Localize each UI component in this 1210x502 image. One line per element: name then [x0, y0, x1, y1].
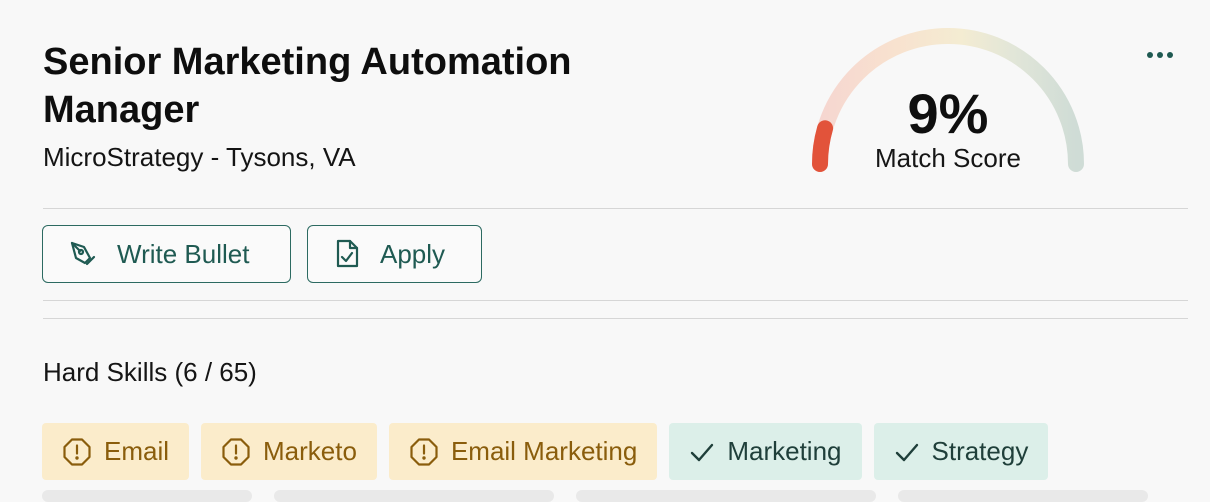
divider [43, 208, 1188, 209]
skeleton-chip [898, 490, 1148, 502]
skill-chip-list: Email Marketo Email Marketing Marketing [42, 423, 1049, 480]
write-bullet-button[interactable]: Write Bullet [42, 225, 291, 283]
skeleton-chip [42, 490, 252, 502]
job-match-card: Senior Marketing Automation Manager Micr… [0, 0, 1210, 502]
pen-icon [70, 241, 96, 266]
match-score-label: Match Score [875, 143, 1021, 173]
more-options-button[interactable] [1140, 40, 1180, 70]
next-row-skeleton [42, 490, 1148, 502]
job-title: Senior Marketing Automation Manager [43, 41, 572, 131]
apply-label: Apply [380, 238, 446, 269]
file-check-icon [336, 239, 359, 268]
skill-chip-label: Marketo [263, 436, 357, 466]
skeleton-chip [576, 490, 876, 502]
hard-skills-heading: Hard Skills (6 / 65) [43, 357, 257, 387]
skill-chip-label: Strategy [931, 436, 1029, 466]
skill-chip-label: Email Marketing [450, 436, 638, 466]
alert-octagon-icon [63, 437, 91, 466]
match-score-value: 9% [907, 82, 989, 145]
company-location: MicroStrategy - Tysons, VA [43, 142, 356, 172]
check-icon [691, 443, 714, 461]
alert-octagon-icon [410, 437, 438, 466]
apply-button[interactable]: Apply [307, 225, 482, 283]
skill-chip-matched: Strategy [873, 423, 1049, 480]
divider [43, 318, 1188, 319]
check-icon [895, 443, 918, 461]
write-bullet-label: Write Bullet [117, 238, 250, 269]
alert-octagon-icon [222, 437, 250, 466]
skill-chip-matched: Marketing [669, 423, 862, 480]
skill-chip-missing: Marketo [201, 423, 377, 480]
skill-chip-missing: Email [42, 423, 190, 480]
skill-chip-label: Marketing [727, 436, 842, 466]
divider [43, 300, 1188, 301]
more-horizontal-icon [1147, 52, 1173, 58]
skill-chip-label: Email [104, 436, 170, 466]
skill-chip-missing: Email Marketing [388, 423, 658, 480]
skeleton-chip [274, 490, 554, 502]
